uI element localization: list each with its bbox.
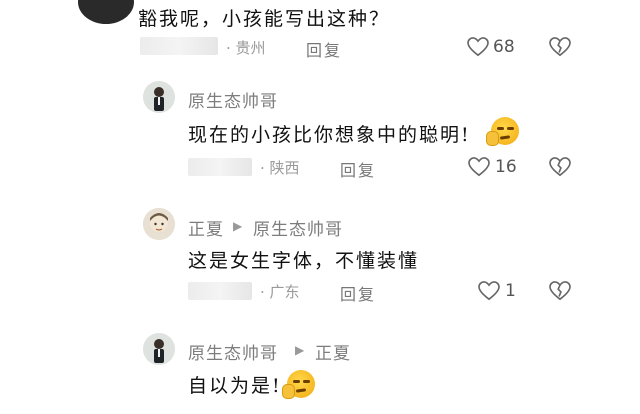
broken-heart-icon[interactable] (549, 37, 571, 57)
comment-text: 这是女生字体，不懂装懂 (188, 250, 420, 272)
play-triangle-icon: ▶ (295, 343, 305, 357)
like-count: 68 (493, 37, 515, 57)
comment-author[interactable]: 正夏 (188, 215, 224, 240)
reply-to-name[interactable]: 正夏 (315, 339, 351, 364)
blurred-username (188, 158, 252, 176)
comment-location: · 陕西 (260, 159, 300, 177)
blurred-username (140, 37, 218, 55)
thinking-face-emoji (486, 117, 519, 146)
thinking-face-emoji (282, 370, 315, 399)
reply-to-name[interactable]: 原生态帅哥 (253, 215, 343, 240)
heart-outline-icon[interactable] (467, 37, 489, 57)
broken-heart-icon[interactable] (549, 281, 571, 301)
like-count: 16 (495, 157, 517, 177)
comment-text: 豁我呢，小孩能写出这种？ (138, 8, 391, 30)
reply-button[interactable]: 回复 (306, 37, 342, 61)
comment-location: · 贵州 (226, 39, 266, 57)
blurred-username (188, 282, 252, 300)
heart-outline-icon[interactable] (478, 281, 500, 301)
comment-location: · 广东 (260, 283, 300, 301)
comment-author[interactable]: 原生态帅哥 (188, 87, 278, 112)
avatar-top-commenter[interactable] (78, 0, 134, 24)
comment-text: 自以为是! (188, 375, 282, 397)
heart-outline-icon[interactable] (468, 157, 490, 177)
avatar-yuanshengtai[interactable] (143, 333, 175, 365)
avatar-zhengxia[interactable] (143, 208, 175, 240)
broken-heart-icon[interactable] (549, 157, 571, 177)
reply-button[interactable]: 回复 (340, 157, 376, 181)
play-triangle-icon: ▶ (233, 219, 243, 233)
comment-text: 现在的小孩比你想象中的聪明! (188, 124, 471, 146)
comment-author[interactable]: 原生态帅哥 (188, 339, 278, 364)
reply-button[interactable]: 回复 (340, 281, 376, 305)
avatar-yuanshengtai[interactable] (143, 81, 175, 113)
like-count: 1 (505, 281, 516, 301)
